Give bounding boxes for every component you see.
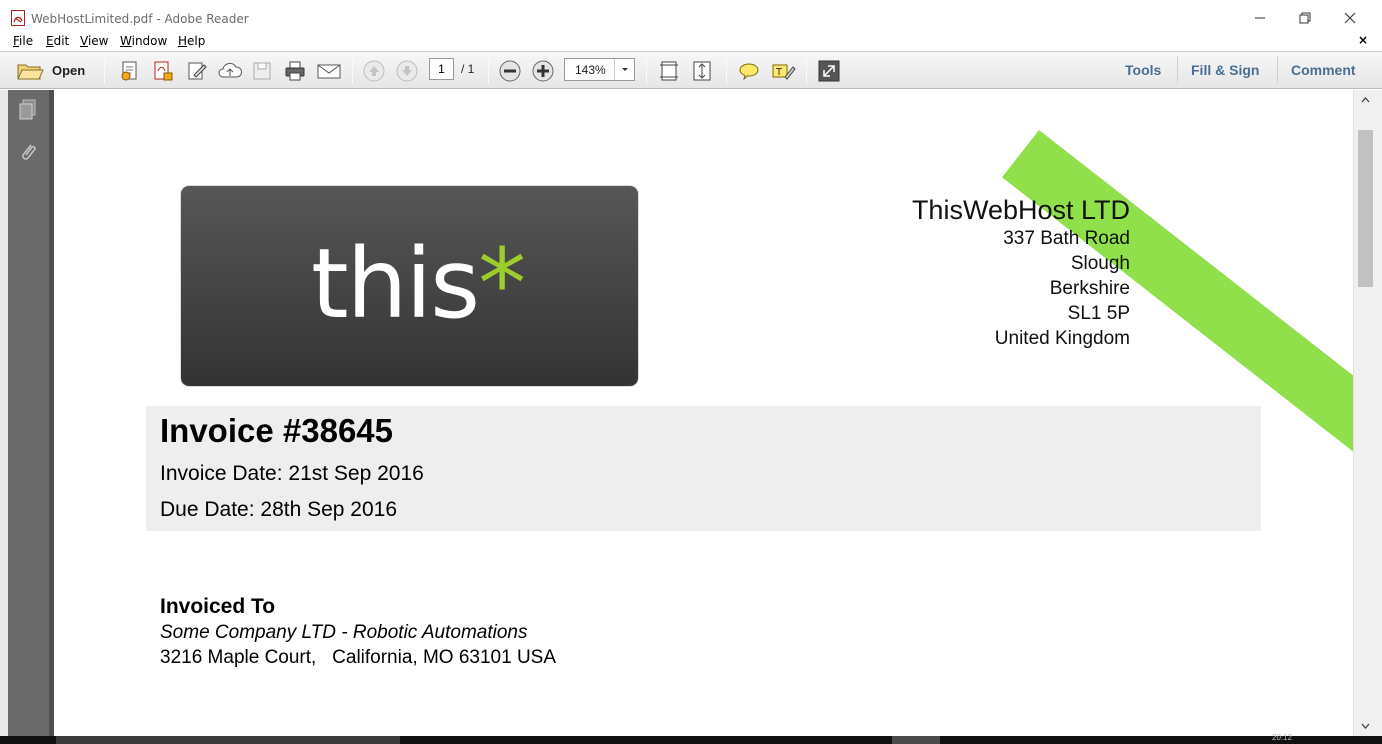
highlight-text-button[interactable]: T xyxy=(770,59,796,83)
pane-separator xyxy=(1177,56,1178,83)
taskbar-clock: 20:12 xyxy=(1272,733,1293,742)
company-logo: this* xyxy=(181,186,638,386)
expand-icon xyxy=(818,60,840,82)
logo-wordmark: this* xyxy=(311,228,526,340)
invoiced-to-heading: Invoiced To xyxy=(160,595,276,618)
svg-text:T: T xyxy=(775,67,783,78)
invoice-number: Invoice #38645 xyxy=(160,412,393,449)
navigation-pane xyxy=(8,90,49,736)
comment-pane-button[interactable]: Comment xyxy=(1291,62,1356,78)
right-frame xyxy=(1376,90,1382,736)
fit-width-icon xyxy=(660,61,678,81)
open-label[interactable]: Open xyxy=(52,63,85,78)
document-page[interactable]: PAID this* ThisWebHost LTD 337 Bath Road… xyxy=(54,90,1353,736)
scroll-mode-button[interactable] xyxy=(657,59,681,83)
export-pdf-icon xyxy=(154,61,173,81)
client-name: Some Company LTD - Robotic Automations xyxy=(160,622,528,643)
pane-separator xyxy=(1277,56,1278,83)
highlight-icon: T xyxy=(772,64,796,80)
scroll-up-icon[interactable] xyxy=(1354,92,1377,108)
taskbar: 20:12 xyxy=(0,733,1382,744)
edit-pdf-icon xyxy=(188,62,207,80)
full-screen-button[interactable] xyxy=(817,59,841,83)
printer-icon xyxy=(285,61,305,81)
window-title: WebHostLimited.pdf - Adobe Reader xyxy=(31,12,249,26)
sticky-note-button[interactable] xyxy=(737,59,761,83)
email-button[interactable] xyxy=(316,59,342,83)
open-button[interactable] xyxy=(16,59,44,83)
page-number-input[interactable]: 1 xyxy=(429,58,454,80)
company-name: ThisWebHost LTD xyxy=(911,195,1130,225)
menu-edit[interactable]: Edit xyxy=(46,34,69,48)
toolbar-separator xyxy=(352,58,353,84)
page-total: / 1 xyxy=(461,62,475,76)
address-line: Slough xyxy=(1070,253,1130,274)
address-line: 337 Bath Road xyxy=(1003,228,1130,249)
zoom-out-icon xyxy=(499,60,521,82)
scroll-down-icon[interactable] xyxy=(1354,718,1377,734)
adobe-reader-icon xyxy=(11,10,25,26)
fit-page-icon xyxy=(693,61,711,81)
menu-help[interactable]: Help xyxy=(178,34,205,48)
zoom-dropdown[interactable] xyxy=(614,59,634,80)
chevron-down-icon xyxy=(622,68,628,71)
page-thumbnails-icon[interactable] xyxy=(17,98,39,122)
address-line: United Kingdom xyxy=(994,328,1130,349)
toolbar-separator xyxy=(646,58,647,84)
envelope-icon xyxy=(317,64,341,79)
vertical-scrollbar[interactable] xyxy=(1353,90,1376,736)
toolbar-separator xyxy=(806,58,807,84)
zoom-select[interactable]: 143% xyxy=(564,58,635,81)
zoom-in-icon xyxy=(532,60,554,82)
taskbar-app[interactable] xyxy=(892,736,940,744)
attachments-icon[interactable] xyxy=(17,140,39,164)
menu-bar: File Edit View Window Help × xyxy=(0,32,1382,51)
edit-pdf-button[interactable] xyxy=(185,59,209,83)
previous-page-button[interactable] xyxy=(362,59,386,83)
invoice-date: Invoice Date: 21st Sep 2016 xyxy=(160,462,424,485)
close-icon[interactable] xyxy=(1340,8,1360,28)
tools-pane-button[interactable]: Tools xyxy=(1125,62,1161,78)
fit-page-button[interactable] xyxy=(690,59,714,83)
fill-sign-pane-button[interactable]: Fill & Sign xyxy=(1191,62,1259,78)
menu-window[interactable]: Window xyxy=(120,34,167,48)
address-line: SL1 5P xyxy=(1067,303,1130,324)
export-pdf-button[interactable] xyxy=(151,59,175,83)
company-address-block: ThisWebHost LTD 337 Bath Road Slough Ber… xyxy=(912,194,1130,351)
menu-view[interactable]: View xyxy=(80,34,108,48)
zoom-value: 143% xyxy=(575,63,606,77)
zoom-in-button[interactable] xyxy=(531,59,555,83)
next-page-button[interactable] xyxy=(395,59,419,83)
scroll-thumb[interactable] xyxy=(1358,130,1373,287)
title-bar: WebHostLimited.pdf - Adobe Reader xyxy=(0,0,1382,32)
toolbar-separator xyxy=(488,58,489,84)
create-pdf-icon xyxy=(121,61,137,81)
due-date: Due Date: 28th Sep 2016 xyxy=(160,498,398,521)
save-button[interactable] xyxy=(250,59,274,83)
menu-file[interactable]: File xyxy=(13,34,33,48)
toolbar: Open T xyxy=(0,51,1382,89)
folder-open-icon xyxy=(17,64,44,80)
upload-cloud-button[interactable] xyxy=(217,59,243,83)
invoice-header: Invoice #38645 Invoice Date: 21st Sep 20… xyxy=(146,406,1261,531)
toolbar-separator xyxy=(104,58,105,84)
client-address: 3216 Maple Court, California, MO 63101 U… xyxy=(160,647,557,668)
cloud-upload-icon xyxy=(218,62,243,78)
left-frame xyxy=(0,90,8,736)
print-button[interactable] xyxy=(283,59,307,83)
toolbar-separator xyxy=(726,58,727,84)
arrow-down-circle-icon xyxy=(396,60,418,82)
arrow-up-circle-icon xyxy=(363,60,385,82)
zoom-out-button[interactable] xyxy=(498,59,522,83)
address-line: Berkshire xyxy=(1049,278,1130,299)
close-document-button[interactable]: × xyxy=(1358,33,1368,47)
create-pdf-button[interactable] xyxy=(118,59,142,83)
save-icon xyxy=(253,62,271,80)
taskbar-app[interactable] xyxy=(56,736,400,744)
comment-bubble-icon xyxy=(739,63,759,81)
restore-icon[interactable] xyxy=(1295,8,1315,28)
minimize-icon[interactable] xyxy=(1250,8,1270,28)
